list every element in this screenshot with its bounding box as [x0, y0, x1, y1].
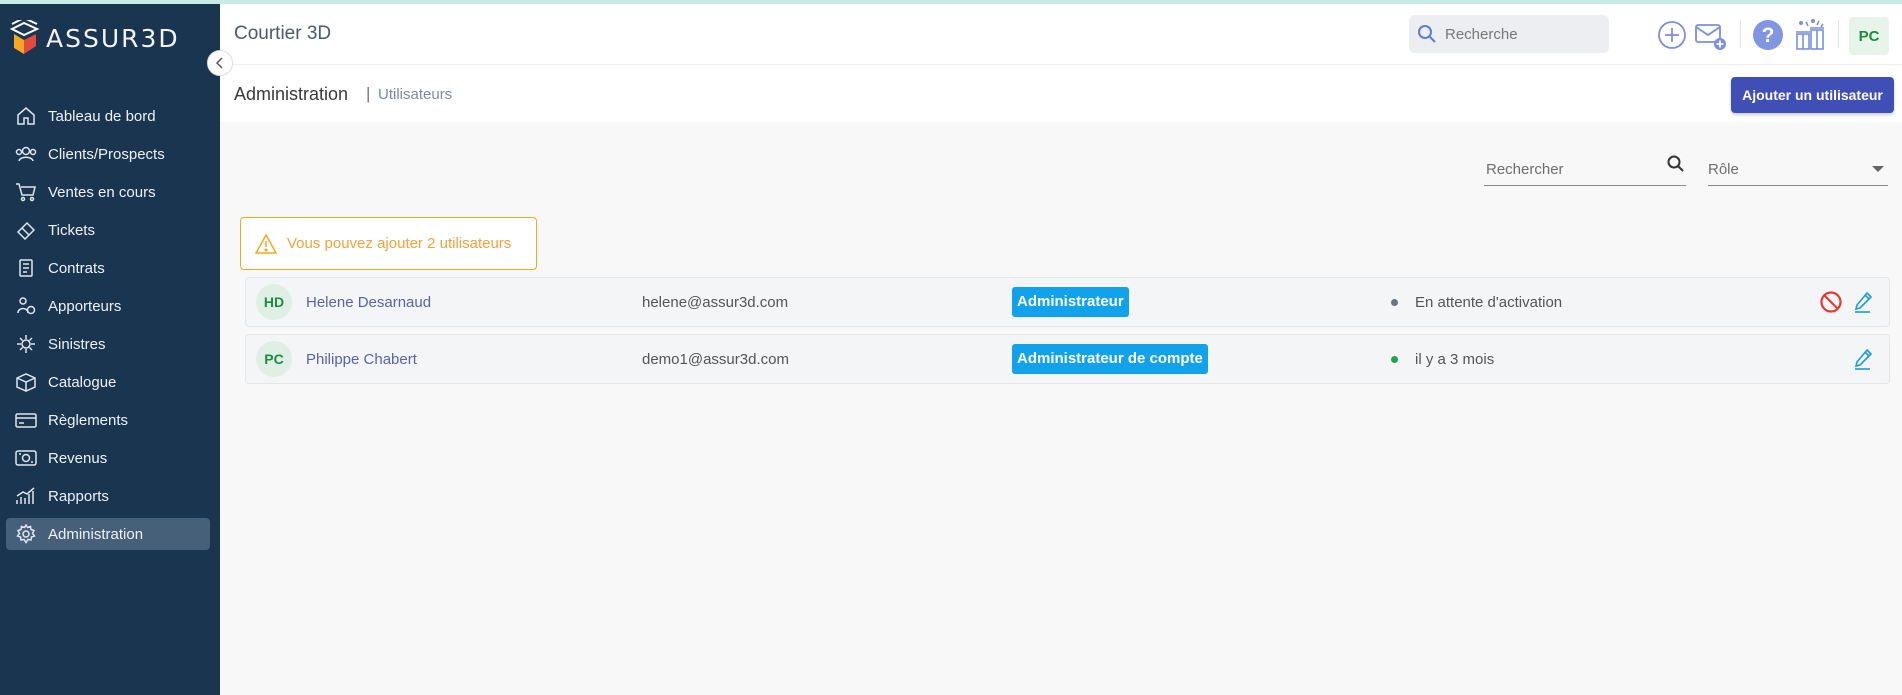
sidebar-item-label: Revenus [48, 449, 108, 467]
sidebar-item-label: Catalogue [48, 373, 117, 391]
sidebar-item-reglements[interactable]: Règlements [6, 404, 210, 436]
plus-circle-icon [1658, 21, 1686, 49]
sidebar-item-label: Tickets [48, 221, 95, 239]
payment-card-icon [14, 408, 38, 432]
sidebar-item-label: Tableau de bord [48, 107, 156, 125]
role-select-label: Rôle [1708, 161, 1739, 178]
user-email: demo1@assur3d.com [642, 351, 789, 368]
user-limit-warning: Vous pouvez ajouter 2 utilisateurs [240, 217, 537, 270]
add-button[interactable] [1656, 19, 1688, 51]
gift-party-icon [1796, 18, 1824, 50]
role-badge: Administrateur de compte [1012, 344, 1208, 374]
sidebar-item-tickets[interactable]: Tickets [6, 214, 210, 246]
user-name-link[interactable]: Philippe Chabert [306, 351, 417, 368]
mail-plus-icon [1695, 24, 1726, 50]
avatar: PC [256, 341, 292, 377]
help-circle-icon: ? [1753, 20, 1783, 50]
cube-logo-icon [10, 20, 40, 54]
status-dot [1391, 356, 1398, 363]
role-badge: Administrateur [1012, 287, 1129, 317]
sidebar-item-rapports[interactable]: Rapports [6, 480, 210, 512]
home-icon [14, 104, 38, 128]
sidebar-nav: Tableau de bord Clients/Prospects Ventes… [6, 100, 210, 556]
gear-icon [14, 522, 38, 546]
sidebar-item-label: Clients/Prospects [48, 145, 165, 163]
pencil-icon [1854, 291, 1873, 313]
sidebar-item-sinistres[interactable]: Sinistres [6, 328, 210, 360]
catalog-icon [14, 370, 38, 394]
user-search-input[interactable] [1484, 160, 1648, 179]
add-user-button[interactable]: Ajouter un utilisateur [1731, 77, 1894, 113]
sidebar-item-catalogue[interactable]: Catalogue [6, 366, 210, 398]
user-email: helene@assur3d.com [642, 294, 789, 311]
breadcrumb-utilisateurs: Utilisateurs [378, 86, 453, 103]
user-avatar[interactable]: PC [1849, 17, 1889, 55]
sidebar-item-apporteurs[interactable]: Apporteurs [6, 290, 210, 322]
sidebar-item-label: Apporteurs [48, 297, 122, 315]
help-button[interactable]: ? [1751, 18, 1785, 52]
user-search-field[interactable] [1484, 150, 1686, 186]
users-icon [14, 142, 38, 166]
status-dot [1391, 299, 1398, 306]
claims-icon [14, 332, 38, 356]
table-row: PC Philippe Chabert demo1@assur3d.com Ad… [245, 334, 1890, 384]
topbar: Courtier 3D ? PC [220, 4, 1902, 65]
edit-user-button[interactable] [1850, 346, 1876, 372]
compose-mail-button[interactable] [1694, 19, 1728, 53]
sidebar-item-label: Ventes en cours [48, 183, 156, 201]
warning-triangle-icon [255, 233, 277, 254]
avatar: HD [256, 284, 292, 320]
block-user-button[interactable] [1818, 289, 1844, 315]
brand-logo[interactable]: ASSUR3D [10, 20, 180, 56]
ticket-icon [14, 218, 38, 242]
sidebar-item-label: Sinistres [48, 335, 106, 353]
contract-icon [14, 256, 38, 280]
global-search[interactable] [1409, 15, 1609, 53]
cart-icon [14, 180, 38, 204]
sidebar-item-ventes-en-cours[interactable]: Ventes en cours [6, 176, 210, 208]
table-row: HD Helene Desarnaud helene@assur3d.com A… [245, 277, 1890, 327]
global-search-input[interactable] [1443, 24, 1597, 44]
role-select[interactable]: Rôle [1708, 150, 1888, 186]
svg-text:?: ? [1762, 24, 1775, 47]
sidebar: ASSUR3D Tableau de bord Clients/Prospect… [0, 4, 220, 695]
block-icon [1820, 291, 1842, 313]
breadcrumb-administration[interactable]: Administration [234, 84, 348, 105]
breadcrumb-separator: | [366, 84, 371, 103]
warning-text: Vous pouvez ajouter 2 utilisateurs [287, 235, 512, 252]
topbar-divider [1838, 20, 1839, 48]
sidebar-item-tableau-de-bord[interactable]: Tableau de bord [6, 100, 210, 132]
edit-user-button[interactable] [1850, 289, 1876, 315]
topbar-divider [1740, 20, 1741, 48]
sidebar-item-label: Règlements [48, 411, 129, 429]
partner-icon [14, 294, 38, 318]
sidebar-item-label: Administration [48, 525, 144, 543]
sidebar-item-clients-prospects[interactable]: Clients/Prospects [6, 138, 210, 170]
sidebar-item-contrats[interactable]: Contrats [6, 252, 210, 284]
collapse-sidebar-button[interactable] [207, 50, 233, 76]
pencil-icon [1854, 348, 1873, 370]
logo-text: ASSUR3D [46, 23, 180, 53]
user-status: En attente d'activation [1415, 294, 1563, 311]
chevron-left-icon [215, 57, 223, 69]
dropdown-caret-icon [1872, 166, 1884, 172]
search-icon [1418, 25, 1436, 43]
sidebar-item-label: Contrats [48, 259, 105, 277]
user-status: il y a 3 mois [1415, 351, 1495, 368]
page-header: Administration | Utilisateurs Ajouter un… [220, 65, 1902, 122]
report-chart-icon [14, 484, 38, 508]
revenue-icon [14, 446, 38, 470]
sidebar-item-revenus[interactable]: Revenus [6, 442, 210, 474]
announcements-button[interactable] [1793, 17, 1827, 53]
user-name-link[interactable]: Helene Desarnaud [306, 294, 431, 311]
sidebar-item-label: Rapports [48, 487, 109, 505]
app-title: Courtier 3D [234, 23, 332, 44]
sidebar-item-administration[interactable]: Administration [6, 518, 210, 550]
search-icon[interactable] [1666, 154, 1686, 179]
